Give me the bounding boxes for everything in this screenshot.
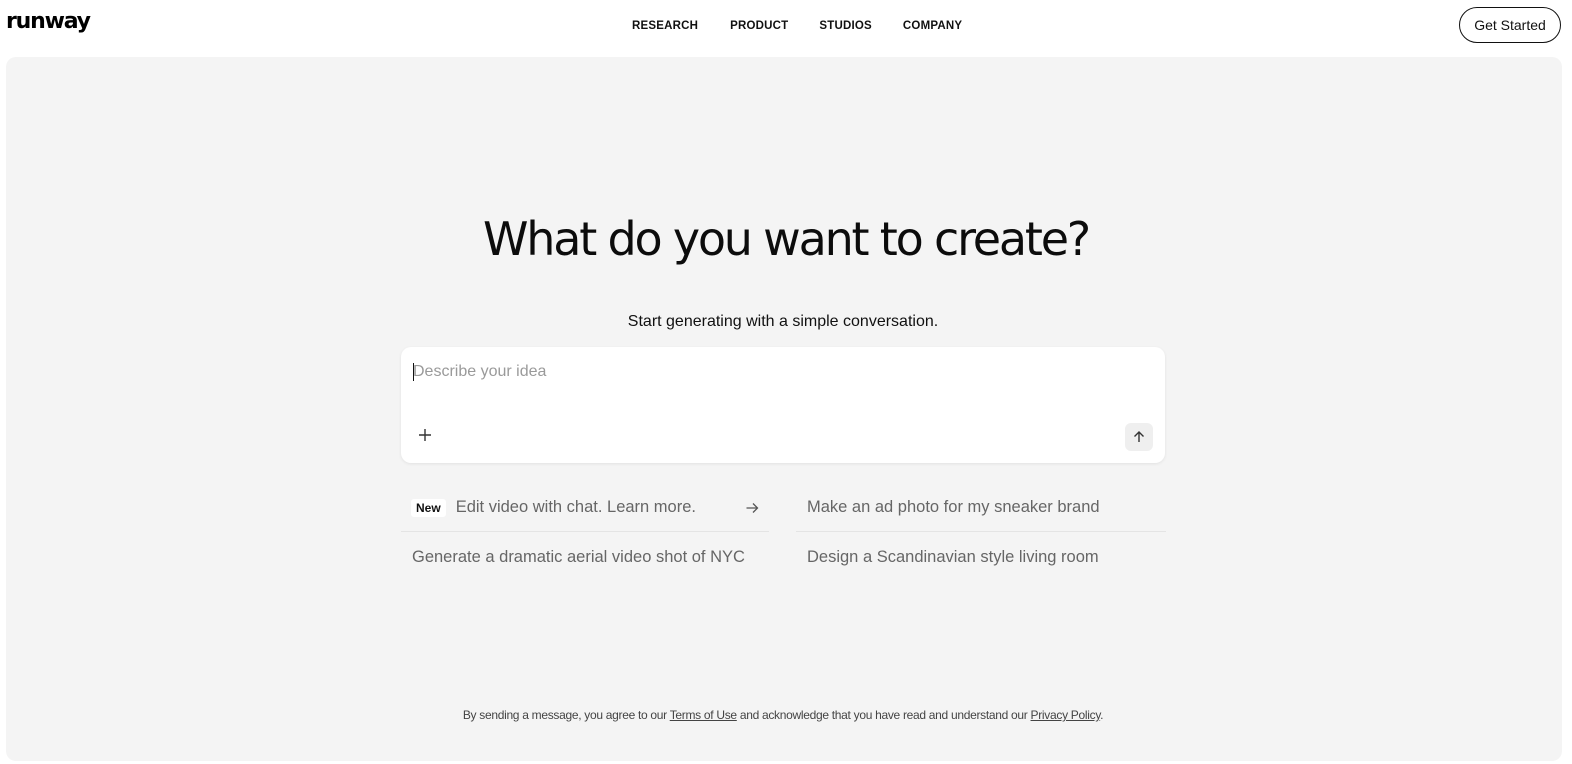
nav-research[interactable]: RESEARCH	[632, 20, 698, 32]
suggestion-label: Design a Scandinavian style living room	[807, 547, 1099, 566]
terms-of-use-link[interactable]: Terms of Use	[670, 708, 737, 722]
suggestion-ad-photo[interactable]: Make an ad photo for my sneaker brand	[796, 484, 1166, 532]
prompt-input[interactable]	[413, 359, 1113, 385]
legal-text: .	[1100, 708, 1104, 722]
nav-product[interactable]: PRODUCT	[730, 20, 788, 32]
top-navigation: runway RESEARCH PRODUCT STUDIOS COMPANY …	[0, 0, 1572, 56]
prompt-composer	[401, 347, 1165, 463]
send-button[interactable]	[1125, 423, 1153, 451]
legal-text: By sending a message, you agree to our	[462, 708, 670, 722]
privacy-policy-link[interactable]: Privacy Policy	[1031, 708, 1101, 722]
arrow-up-icon	[1134, 431, 1144, 442]
suggestion-living-room[interactable]: Design a Scandinavian style living room	[796, 533, 1166, 581]
nav-company[interactable]: COMPANY	[903, 20, 962, 32]
suggestion-label: Edit video with chat. Learn more.	[455, 498, 696, 516]
main-nav: RESEARCH PRODUCT STUDIOS COMPANY	[632, 20, 962, 32]
page-title: What do you want to create?	[482, 212, 1091, 266]
legal-notice: By sending a message, you agree to our T…	[0, 708, 1566, 722]
legal-text: and acknowledge that you have read and u…	[736, 708, 1031, 722]
suggestion-label: Make an ad photo for my sneaker brand	[807, 498, 1100, 516]
new-badge: New	[411, 498, 446, 517]
arrow-right-icon	[746, 503, 759, 513]
get-started-button[interactable]: Get Started	[1459, 7, 1561, 43]
suggestion-label: Generate a dramatic aerial video shot of…	[412, 547, 745, 566]
runway-logo[interactable]: runway	[6, 9, 91, 34]
nav-studios[interactable]: STUDIOS	[819, 20, 872, 32]
suggestion-aerial-video[interactable]: Generate a dramatic aerial video shot of…	[401, 533, 769, 581]
text-caret	[413, 363, 414, 381]
page-subtitle: Start generating with a simple conversat…	[627, 313, 939, 330]
suggestion-edit-video[interactable]: New Edit video with chat. Learn more.	[401, 484, 769, 532]
plus-icon[interactable]	[417, 427, 433, 443]
